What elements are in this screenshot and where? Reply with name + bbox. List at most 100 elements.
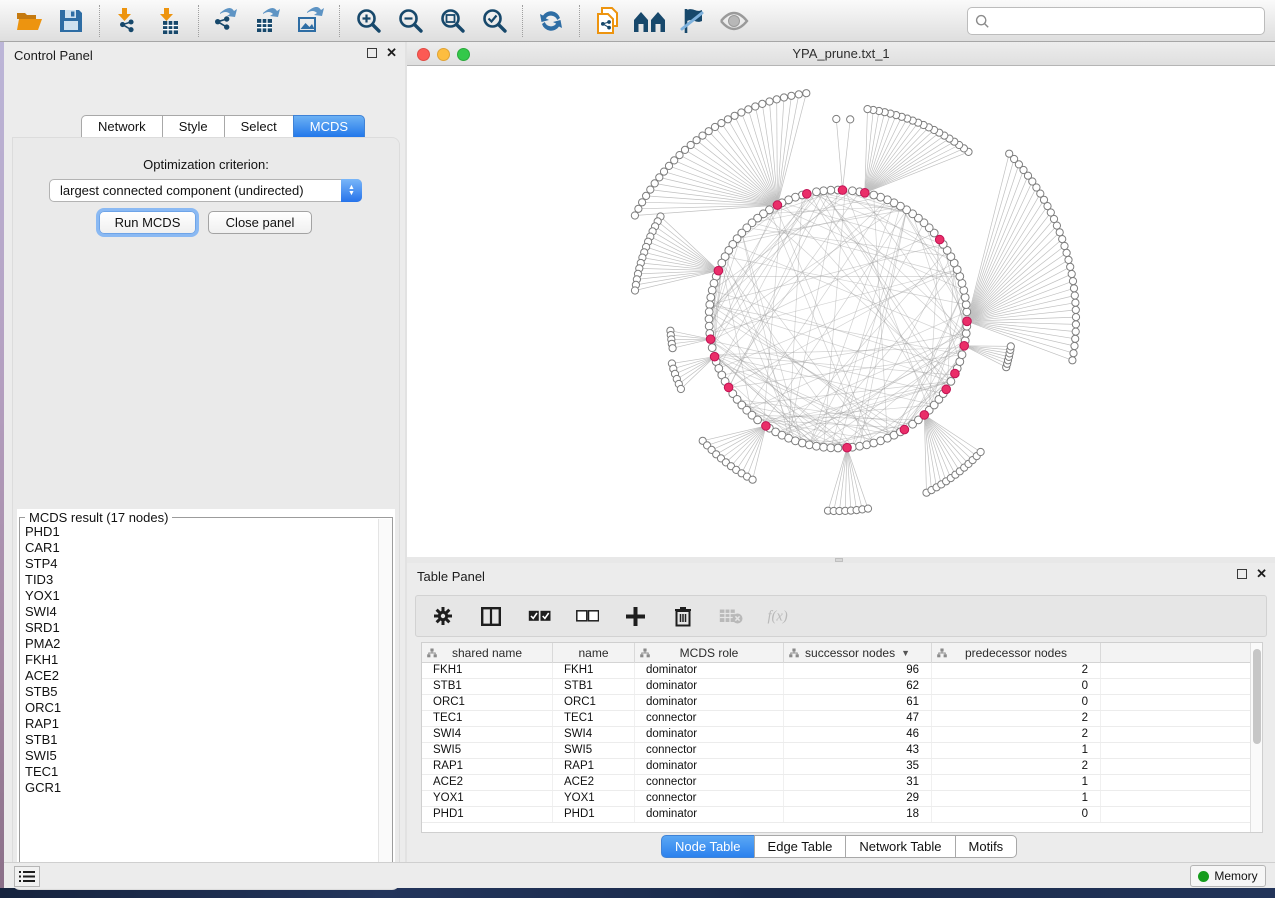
tab-network-table[interactable]: Network Table: [845, 835, 954, 858]
zoom-in-icon[interactable]: [347, 3, 389, 39]
new-network-from-selection-icon[interactable]: [587, 3, 629, 39]
network-canvas[interactable]: [407, 66, 1275, 557]
status-bar: Memory: [4, 862, 1275, 888]
search-box[interactable]: [967, 7, 1265, 35]
import-network-icon[interactable]: [107, 3, 149, 39]
column-header-name[interactable]: name: [553, 643, 635, 663]
table-settings-icon[interactable]: [430, 603, 456, 629]
node-table-scrollbar-thumb[interactable]: [1253, 649, 1261, 744]
delete-table-icon: [718, 603, 744, 629]
mcds-result-item[interactable]: STB1: [21, 732, 377, 748]
open-file-icon[interactable]: [8, 3, 50, 39]
table-row[interactable]: ACE2ACE2connector311: [422, 775, 1250, 791]
memory-button[interactable]: Memory: [1190, 865, 1266, 887]
search-input[interactable]: [990, 14, 1264, 29]
network-view-titlebar[interactable]: YPA_prune.txt_1: [407, 42, 1275, 66]
toolbar-group: [8, 3, 92, 39]
apply-layout-icon[interactable]: [530, 3, 572, 39]
network-view-title: YPA_prune.txt_1: [407, 46, 1275, 61]
tab-mcds[interactable]: MCDS: [293, 115, 365, 138]
table-row[interactable]: FKH1FKH1dominator962: [422, 663, 1250, 679]
export-network-icon[interactable]: [206, 3, 248, 39]
cell-name: YOX1: [553, 791, 635, 806]
mcds-result-item[interactable]: CAR1: [21, 540, 377, 556]
toolbar-separator: [99, 5, 100, 37]
mcds-result-item[interactable]: ACE2: [21, 668, 377, 684]
float-panel-icon[interactable]: [367, 48, 377, 58]
zoom-fit-icon[interactable]: [431, 3, 473, 39]
tab-node-table[interactable]: Node Table: [661, 835, 754, 858]
hide-selected-icon[interactable]: [671, 3, 713, 39]
first-neighbors-icon[interactable]: [629, 3, 671, 39]
tab-style[interactable]: Style: [162, 115, 224, 138]
mcds-list-scrollbar[interactable]: [378, 519, 392, 881]
control-panel: Control Panel ✕ NetworkStyleSelectMCDS O…: [4, 42, 405, 862]
cell-shared-name: RAP1: [422, 759, 553, 774]
add-column-icon[interactable]: [622, 603, 648, 629]
table-row[interactable]: SWI5SWI5connector431: [422, 743, 1250, 759]
cell-predecessor-nodes: 1: [932, 791, 1101, 806]
float-table-panel-icon[interactable]: [1237, 569, 1247, 579]
mcds-result-item[interactable]: STP4: [21, 556, 377, 572]
cell-MCDS-role: connector: [635, 743, 784, 758]
mcds-result-item[interactable]: PMA2: [21, 636, 377, 652]
mcds-result-item[interactable]: STB5: [21, 684, 377, 700]
column-panel-icon[interactable]: [478, 603, 504, 629]
column-header-predecessor-nodes[interactable]: predecessor nodes: [932, 643, 1101, 663]
zoom-out-icon[interactable]: [389, 3, 431, 39]
mcds-result-item[interactable]: TEC1: [21, 764, 377, 780]
cell-predecessor-nodes: 2: [932, 759, 1101, 774]
mcds-result-item[interactable]: FKH1: [21, 652, 377, 668]
tab-motifs[interactable]: Motifs: [955, 835, 1018, 858]
cell-name: PHD1: [553, 807, 635, 822]
column-header-MCDS-role[interactable]: MCDS role: [635, 643, 784, 663]
task-history-button[interactable]: [14, 866, 40, 887]
cell-successor-nodes: 18: [784, 807, 932, 822]
export-table-icon[interactable]: [248, 3, 290, 39]
table-row[interactable]: PHD1PHD1dominator180: [422, 807, 1250, 823]
run-mcds-button[interactable]: Run MCDS: [99, 211, 196, 234]
delete-column-icon[interactable]: [670, 603, 696, 629]
select-all-rows-icon[interactable]: [526, 603, 552, 629]
import-table-icon[interactable]: [149, 3, 191, 39]
mcds-result-item[interactable]: YOX1: [21, 588, 377, 604]
table-row[interactable]: TEC1TEC1connector472: [422, 711, 1250, 727]
control-panel-tabs: NetworkStyleSelectMCDS: [81, 115, 365, 138]
mcds-result-group: MCDS result (17 nodes) PHD1CAR1STP4TID3Y…: [17, 509, 395, 885]
cell-shared-name: SWI5: [422, 743, 553, 758]
table-row[interactable]: STB1STB1dominator620: [422, 679, 1250, 695]
mcds-result-list[interactable]: PHD1CAR1STP4TID3YOX1SWI4SRD1PMA2FKH1ACE2…: [21, 524, 377, 880]
tab-select[interactable]: Select: [224, 115, 293, 138]
deselect-all-rows-icon[interactable]: [574, 603, 600, 629]
mcds-result-item[interactable]: SRD1: [21, 620, 377, 636]
close-panel-icon[interactable]: ✕: [386, 48, 397, 58]
zoom-selected-icon[interactable]: [473, 3, 515, 39]
horizontal-splitter-grip[interactable]: [835, 558, 843, 562]
table-row[interactable]: RAP1RAP1dominator352: [422, 759, 1250, 775]
mcds-result-item[interactable]: PHD1: [21, 524, 377, 540]
mcds-result-item[interactable]: ORC1: [21, 700, 377, 716]
cell-predecessor-nodes: 1: [932, 775, 1101, 790]
mcds-result-item[interactable]: SWI4: [21, 604, 377, 620]
node-table-body: FKH1FKH1dominator962STB1STB1dominator620…: [422, 663, 1250, 832]
mcds-result-item[interactable]: RAP1: [21, 716, 377, 732]
toolbar-separator: [579, 5, 580, 37]
table-row[interactable]: SWI4SWI4dominator462: [422, 727, 1250, 743]
mcds-result-item[interactable]: GCR1: [21, 780, 377, 796]
table-row[interactable]: ORC1ORC1dominator610: [422, 695, 1250, 711]
optimization-criterion-select[interactable]: largest connected component (undirected)…: [49, 179, 362, 202]
table-row[interactable]: YOX1YOX1connector291: [422, 791, 1250, 807]
node-table-scrollbar[interactable]: [1250, 643, 1262, 832]
export-image-icon[interactable]: [290, 3, 332, 39]
tab-network[interactable]: Network: [81, 115, 162, 138]
column-header-shared-name[interactable]: shared name: [422, 643, 553, 663]
close-panel-button[interactable]: Close panel: [208, 211, 312, 234]
close-table-panel-icon[interactable]: ✕: [1256, 569, 1267, 579]
tab-edge-table[interactable]: Edge Table: [754, 835, 846, 858]
mcds-result-item[interactable]: SWI5: [21, 748, 377, 764]
control-panel-title: Control Panel: [14, 48, 93, 63]
save-session-icon[interactable]: [50, 3, 92, 39]
column-header-successor-nodes[interactable]: successor nodes▼: [784, 643, 932, 663]
select-stepper-icon: ▲▼: [341, 179, 362, 202]
mcds-result-item[interactable]: TID3: [21, 572, 377, 588]
